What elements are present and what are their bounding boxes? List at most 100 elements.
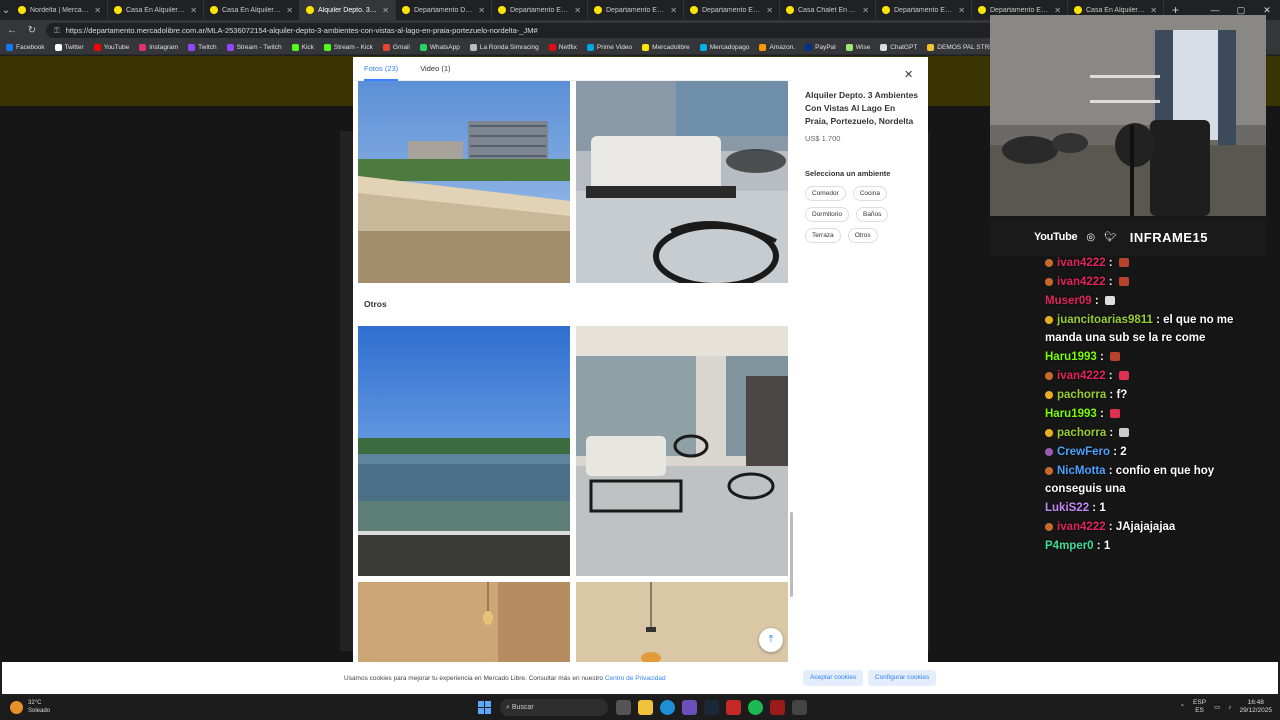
room-filter-chip[interactable]: Cocina <box>852 186 887 201</box>
close-tab-icon[interactable]: ✕ <box>94 6 101 15</box>
bookmark-item[interactable]: PayPal <box>805 43 836 51</box>
language-indicator[interactable]: ESP ES <box>1193 699 1206 715</box>
tab-photos[interactable]: Fotos (23) <box>364 57 399 81</box>
accept-cookies-button[interactable]: Aceptar cookies <box>803 670 864 686</box>
tab-search-icon[interactable]: ⌄ <box>0 5 12 16</box>
room-filter-chip[interactable]: Baños <box>855 207 889 222</box>
close-tab-icon[interactable]: ✕ <box>766 6 773 15</box>
bookmark-item[interactable]: Netflix <box>548 43 577 51</box>
bookmark-item[interactable]: WhatsApp <box>419 43 460 51</box>
chat-username: juancitoarias9811 <box>1057 314 1153 326</box>
chevron-up-icon[interactable]: ⌃ <box>1180 703 1185 711</box>
listing-info-panel: Alquiler Depto. 3 Ambientes Con Vistas A… <box>805 89 919 243</box>
edge-icon[interactable] <box>660 700 675 715</box>
bookmark-item[interactable]: Stream - Twitch <box>226 43 282 51</box>
bookmark-item[interactable]: Mercadolibre <box>642 43 690 51</box>
site-info-icon[interactable]: ⚿ <box>54 23 60 38</box>
bookmark-item[interactable]: Twitter <box>54 43 84 51</box>
chat-separator: : <box>1091 295 1102 307</box>
close-tab-icon[interactable]: ✕ <box>670 6 677 15</box>
room-filter-chip[interactable]: Dormitorio <box>805 207 849 222</box>
close-tab-icon[interactable]: ✕ <box>862 6 869 15</box>
app-icon[interactable] <box>682 700 697 715</box>
bookmark-item[interactable]: Twitch <box>188 43 217 51</box>
room-filter-chip[interactable]: Otros <box>847 228 878 243</box>
bookmark-item[interactable]: Mercadopago <box>699 43 749 51</box>
bookmark-item[interactable]: Amazon. <box>759 43 795 51</box>
chat-separator: : <box>1105 465 1116 477</box>
close-icon[interactable]: ✕ <box>904 68 913 81</box>
chat-message: ivan4222 : <box>1045 367 1270 385</box>
browser-tab[interactable]: Departamento Dúplex En ✕ <box>396 0 492 20</box>
bookmark-item[interactable]: Instagram <box>139 43 179 51</box>
close-tab-icon[interactable]: ✕ <box>190 6 197 15</box>
chat-badge-icon <box>1045 277 1053 286</box>
gallery-photo-terrace[interactable] <box>576 81 788 283</box>
bookmark-item[interactable]: ChatGPT <box>880 43 917 51</box>
spotify-icon[interactable] <box>748 700 763 715</box>
back-icon[interactable]: ← <box>6 25 18 36</box>
address-bar[interactable]: ⚿ https://departamento.mercadolibre.com.… <box>46 22 1006 38</box>
browser-tab[interactable]: Casa En Alquiler En Casta ✕ <box>204 0 300 20</box>
gallery-scrollbar[interactable] <box>790 512 793 597</box>
windows-start-icon[interactable] <box>478 701 491 714</box>
room-filter-chip[interactable]: Terraza <box>805 228 841 243</box>
browser-tab[interactable]: Departamento En Alquile ✕ <box>588 0 684 20</box>
bookmark-item[interactable]: Gmail <box>382 43 410 51</box>
browser-tab[interactable]: Casa En Alquiler Ubicada ✕ <box>108 0 204 20</box>
gallery-photo-balcony[interactable] <box>358 81 570 283</box>
browser-tab[interactable]: Departamento En Alquile ✕ <box>492 0 588 20</box>
bookmark-item[interactable]: Kick <box>291 43 314 51</box>
app-dark-red-icon[interactable] <box>770 700 785 715</box>
bookmark-label: Instagram <box>149 43 179 51</box>
privacy-center-link[interactable]: Centro de Privacidad <box>605 675 666 682</box>
configure-cookies-button[interactable]: Configurar cookies <box>868 670 937 686</box>
chat-separator: : <box>1152 314 1164 326</box>
steam-icon[interactable] <box>704 700 719 715</box>
browser-tab[interactable]: Alquiler Depto. 3 Ambien ✕ <box>300 0 396 20</box>
streamer-handle: INFRAME15 <box>1129 229 1208 245</box>
gallery-photo-room[interactable] <box>576 582 788 662</box>
close-tab-icon[interactable]: ✕ <box>382 6 389 15</box>
close-tab-icon[interactable]: ✕ <box>958 6 965 15</box>
close-tab-icon[interactable]: ✕ <box>286 6 293 15</box>
gallery-photo-covered-terrace[interactable] <box>576 326 788 576</box>
browser-tab[interactable]: Departamento En Alquile ✕ <box>684 0 780 20</box>
file-explorer-icon[interactable] <box>638 700 653 715</box>
gallery-photo-lake[interactable] <box>358 326 570 576</box>
app-red-icon[interactable] <box>726 700 741 715</box>
bookmark-item[interactable]: Stream - Kick <box>323 43 373 51</box>
taskbar-search-label: Buscar <box>511 704 534 711</box>
volume-icon[interactable]: ♪ <box>1228 704 1231 711</box>
clock[interactable]: 16:48 29/12/2025 <box>1239 699 1272 715</box>
close-tab-icon[interactable]: ✕ <box>478 6 485 15</box>
bookmark-item[interactable]: Prime Video <box>586 43 632 51</box>
browser-tab[interactable]: Nordelta | Mercado Libre ✕ <box>12 0 108 20</box>
tab-video[interactable]: Video (1) <box>420 57 450 81</box>
network-icon[interactable]: ▭ <box>1214 703 1220 711</box>
bookmark-label: Netflix <box>558 43 577 51</box>
browser-tab[interactable]: Casa Chalet En Alquiler E ✕ <box>780 0 876 20</box>
app-grey-icon[interactable] <box>792 700 807 715</box>
close-tab-icon[interactable]: ✕ <box>574 6 581 15</box>
reload-icon[interactable]: ↻ <box>26 25 38 36</box>
room-filter-chip[interactable]: Comedor <box>805 186 846 201</box>
tab-title: Departamento Dúplex En <box>414 6 474 14</box>
gallery-photo-ceiling[interactable] <box>358 582 570 662</box>
bookmark-item[interactable]: YouTube <box>93 43 129 51</box>
tab-title: Departamento En Alquile <box>990 6 1050 14</box>
chat-message: CrewFero : 2 <box>1045 443 1270 461</box>
bookmark-item[interactable]: La Ronda Simracing <box>469 43 539 51</box>
bookmark-item[interactable]: Facebook <box>6 43 45 51</box>
cookie-message: Usamos cookies para mejorar tu experienc… <box>344 674 604 682</box>
weather-widget[interactable]: 32°C Soleado <box>10 699 50 715</box>
bookmark-item[interactable]: Wise <box>845 43 870 51</box>
close-tab-icon[interactable]: ✕ <box>1150 6 1157 15</box>
bookmark-label: La Ronda Simracing <box>479 43 539 51</box>
chat-username: ivan4222 <box>1057 370 1106 382</box>
scroll-to-top-button[interactable]: ⤒ <box>759 628 783 652</box>
taskbar-search[interactable]: ⌕ Buscar <box>500 699 608 716</box>
browser-tab[interactable]: Departamento En Alquile ✕ <box>876 0 972 20</box>
close-tab-icon[interactable]: ✕ <box>1054 6 1061 15</box>
task-view-icon[interactable] <box>616 700 631 715</box>
